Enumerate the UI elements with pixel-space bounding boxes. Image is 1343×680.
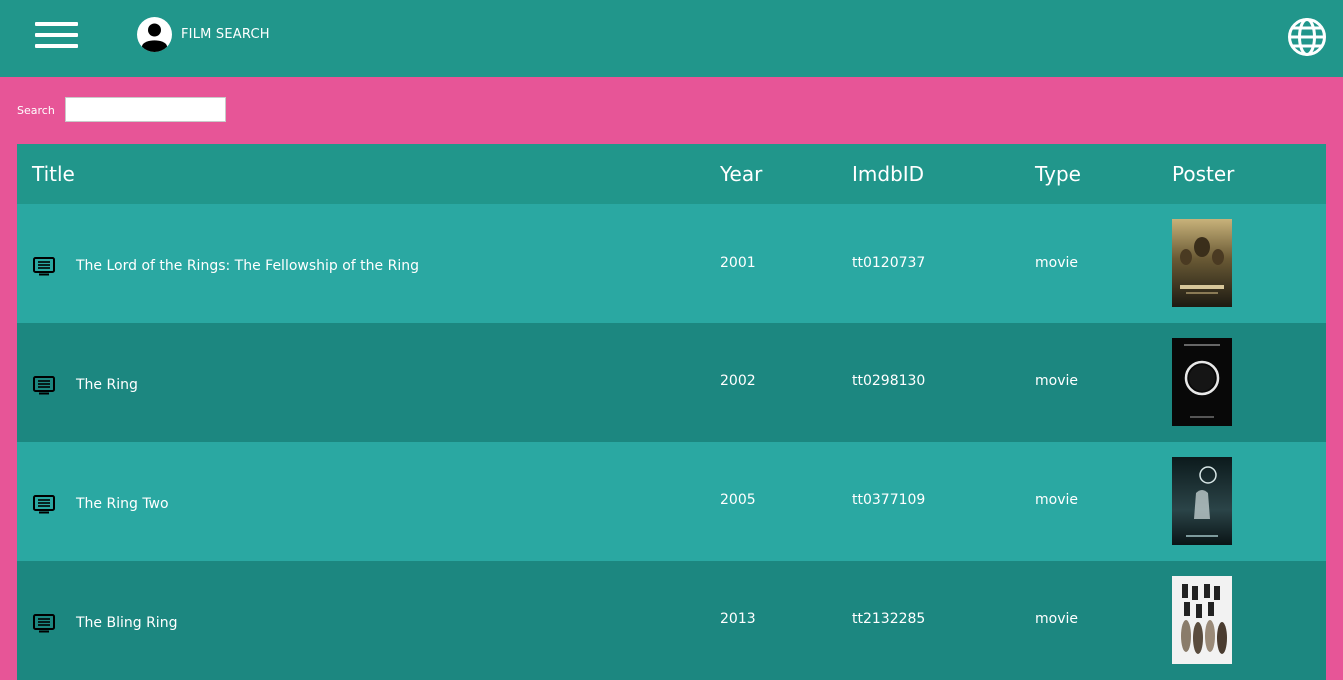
cell-year: 2002 (720, 373, 756, 389)
table-row[interactable]: The Lord of the Rings: The Fellowship of… (17, 204, 1326, 323)
cell-title[interactable]: The Ring Two (76, 496, 169, 512)
cell-imdbid: tt2132285 (852, 611, 926, 627)
menu-icon[interactable] (35, 22, 78, 49)
column-header-type[interactable]: Type (1035, 162, 1081, 186)
tv-icon (33, 614, 55, 633)
tv-icon (33, 495, 55, 514)
cell-year: 2001 (720, 255, 756, 271)
table-row[interactable]: The Bling Ring 2013 tt2132285 movie (17, 561, 1326, 680)
table-row[interactable]: The Ring Two 2005 tt0377109 movie (17, 442, 1326, 561)
column-header-title[interactable]: Title (32, 162, 75, 186)
column-header-poster[interactable]: Poster (1172, 162, 1234, 186)
cell-type: movie (1035, 492, 1078, 508)
cell-type: movie (1035, 373, 1078, 389)
search-input[interactable] (65, 97, 226, 122)
cell-type: movie (1035, 611, 1078, 627)
cell-title[interactable]: The Bling Ring (76, 615, 177, 631)
results-table: Title Year ImdbID Type Poster The Lord o… (17, 144, 1326, 680)
app-title[interactable]: FILM SEARCH (181, 27, 270, 42)
tv-icon (33, 376, 55, 395)
search-label: Search (17, 104, 55, 117)
column-header-year[interactable]: Year (720, 162, 762, 186)
table-header: Title Year ImdbID Type Poster (17, 144, 1326, 204)
cell-imdbid: tt0377109 (852, 492, 926, 508)
poster-image[interactable] (1172, 219, 1232, 307)
poster-image[interactable] (1172, 457, 1232, 545)
cell-type: movie (1035, 255, 1078, 271)
cell-title[interactable]: The Ring (76, 377, 138, 393)
tv-icon (33, 257, 55, 276)
cell-imdbid: tt0120737 (852, 255, 926, 271)
account-circle-icon[interactable] (137, 17, 172, 52)
column-header-imdbid[interactable]: ImdbID (852, 162, 924, 186)
table-row[interactable]: The Ring 2002 tt0298130 movie (17, 323, 1326, 442)
cell-title[interactable]: The Lord of the Rings: The Fellowship of… (76, 258, 419, 274)
cell-year: 2013 (720, 611, 756, 627)
globe-icon[interactable] (1287, 17, 1327, 57)
top-app-bar: FILM SEARCH (0, 0, 1343, 77)
poster-image[interactable] (1172, 338, 1232, 426)
poster-image[interactable] (1172, 576, 1232, 664)
cell-year: 2005 (720, 492, 756, 508)
cell-imdbid: tt0298130 (852, 373, 926, 389)
